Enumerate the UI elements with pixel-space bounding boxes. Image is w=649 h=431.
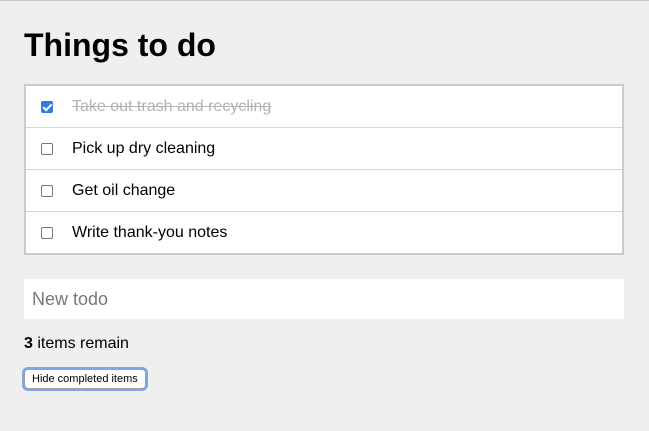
hide-completed-button[interactable]: Hide completed items [24,369,146,389]
items-remaining: 3 items remain [24,334,129,354]
todo-item-1[interactable]: Pick up dry cleaning [26,128,622,170]
todo-item-0[interactable]: Take out trash and recycling [26,86,622,128]
remaining-label: items remain [32,335,129,352]
todo-text-2: Get oil change [72,181,176,199]
todo-item-3[interactable]: Write thank-you notes [26,212,622,253]
todo-text-1: Pick up dry cleaning [72,139,216,157]
todo-item-2[interactable]: Get oil change [26,170,622,212]
todo-checkbox-0[interactable] [41,100,53,113]
remaining-count: 3 [24,335,33,352]
page-title: Things to do [24,27,216,63]
todo-list: Take out trash and recycling Pick up dry… [24,84,624,255]
todo-text-3: Write thank-you notes [72,223,228,241]
new-todo-input[interactable] [24,279,624,319]
todo-text-0: Take out trash and recycling [72,97,272,115]
todo-checkbox-1[interactable] [41,142,53,155]
todo-checkbox-3[interactable] [41,226,53,239]
todo-checkbox-2[interactable] [41,184,53,197]
